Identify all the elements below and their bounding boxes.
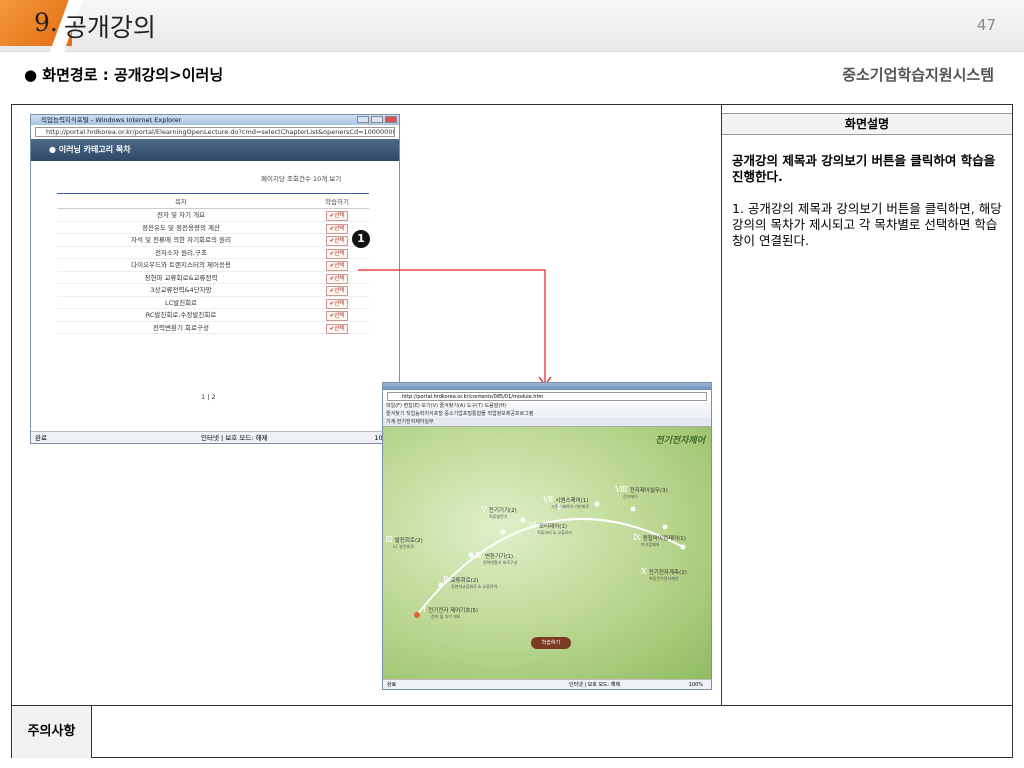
description-line-2: 1. 공개강의 제목과 강의보기 버튼을 클릭하면, 해당 강의의 목차가 제시… bbox=[732, 201, 1002, 248]
system-name: 중소기업학습지원시스템 bbox=[842, 66, 994, 84]
screen-path: ● 화면경로 : 공개강의>이러닝 bbox=[24, 66, 224, 84]
module-dot[interactable] bbox=[630, 506, 636, 512]
module-dot[interactable] bbox=[594, 501, 600, 507]
course-module[interactable]: Ⅴ 전기기기(2) 직류발전기 bbox=[481, 505, 517, 520]
description-header: 화면설명 bbox=[722, 113, 1012, 135]
module-dot[interactable] bbox=[662, 524, 668, 530]
slide-title: 9. 공개강의 bbox=[34, 8, 156, 44]
course-module[interactable]: Ⅲ 발진회로(2) LC 발진회로 bbox=[385, 535, 423, 550]
course-module[interactable]: Ⅱ 교류회로(2) 정현파교류회로 & 교류전력 bbox=[443, 575, 497, 590]
browser-tab[interactable]: 기계·전기전자제어실무 bbox=[383, 418, 711, 427]
course-module[interactable]: Ⅵ 모터제어(1) 직류모터 & 교류모터 bbox=[529, 521, 572, 536]
module-dot[interactable] bbox=[468, 552, 474, 558]
module-dot[interactable] bbox=[414, 612, 420, 618]
description-panel: 화면설명 공개강의 제목과 강의보기 버튼을 클릭하여 학습을 진행한다. 1.… bbox=[722, 105, 1012, 705]
section-number: 9. bbox=[34, 8, 58, 37]
module-dot[interactable] bbox=[500, 529, 506, 535]
course-module[interactable]: Ⅷ 전자제어실무(3) 전자제어 bbox=[615, 485, 668, 500]
course-map: 전기전자제어 Ⅰ 전기전자 제어기초(5) 전자 및 자기 개요 Ⅱ 교류회로(2) 정현… bbox=[383, 427, 711, 681]
window-titlebar bbox=[383, 383, 711, 390]
module-dot[interactable] bbox=[520, 517, 526, 523]
slide-header: 9. 공개강의 47 bbox=[0, 0, 1024, 52]
course-module[interactable]: Ⅸ 원칩마이컴제어(1) 마이컴제어 bbox=[633, 533, 686, 548]
address-bar[interactable]: http://portal.hrdkorea.or.kr/contents/08… bbox=[387, 392, 707, 401]
favorites-bar[interactable]: 즐겨찾기 직업능력지식포털 중소기업포털통합몰 직업정보제공프로그램 bbox=[383, 410, 711, 418]
course-module[interactable]: Ⅰ 전기전자 제어기초(5) 전자 및 자기 개요 bbox=[423, 605, 478, 620]
screen-path-row: ● 화면경로 : 공개강의>이러닝 중소기업학습지원시스템 bbox=[24, 64, 994, 88]
course-module[interactable]: Ⅶ 시퀀스제어(1) 시퀀스제어의 기본회로 bbox=[543, 495, 589, 510]
notes-label: 주의사항 bbox=[12, 706, 92, 758]
course-module[interactable]: Ⅹ 전기전자계측(2) 측정전기전자계기 bbox=[641, 567, 687, 582]
storyboard-frame: 직업능력지식포털 - Windows Internet Explorer htt… bbox=[11, 104, 1013, 758]
status-bar: 완료 인터넷 | 보호 모드: 해제 100% bbox=[383, 679, 711, 689]
course-module[interactable]: Ⅳ 변환기기(1) 전력변환기 회로구성 bbox=[475, 551, 517, 566]
start-learning-button[interactable]: 학습하기 bbox=[531, 637, 571, 649]
screen-capture-area: 직업능력지식포털 - Windows Internet Explorer htt… bbox=[12, 105, 722, 705]
notes-row: 주의사항 bbox=[12, 705, 1012, 758]
description-line-1: 공개강의 제목과 강의보기 버튼을 클릭하여 학습을 진행한다. bbox=[732, 153, 996, 184]
description-body: 공개강의 제목과 강의보기 버튼을 클릭하여 학습을 진행한다. 1. 공개강의… bbox=[722, 135, 1012, 249]
learning-window: http://portal.hrdkorea.or.kr/contents/08… bbox=[382, 382, 712, 690]
menu-bar[interactable]: 파일(F) 편집(E) 보기(V) 즐겨찾기(A) 도구(T) 도움말(H) bbox=[383, 403, 711, 410]
page-number: 47 bbox=[976, 16, 996, 34]
section-title: 공개강의 bbox=[63, 13, 156, 42]
